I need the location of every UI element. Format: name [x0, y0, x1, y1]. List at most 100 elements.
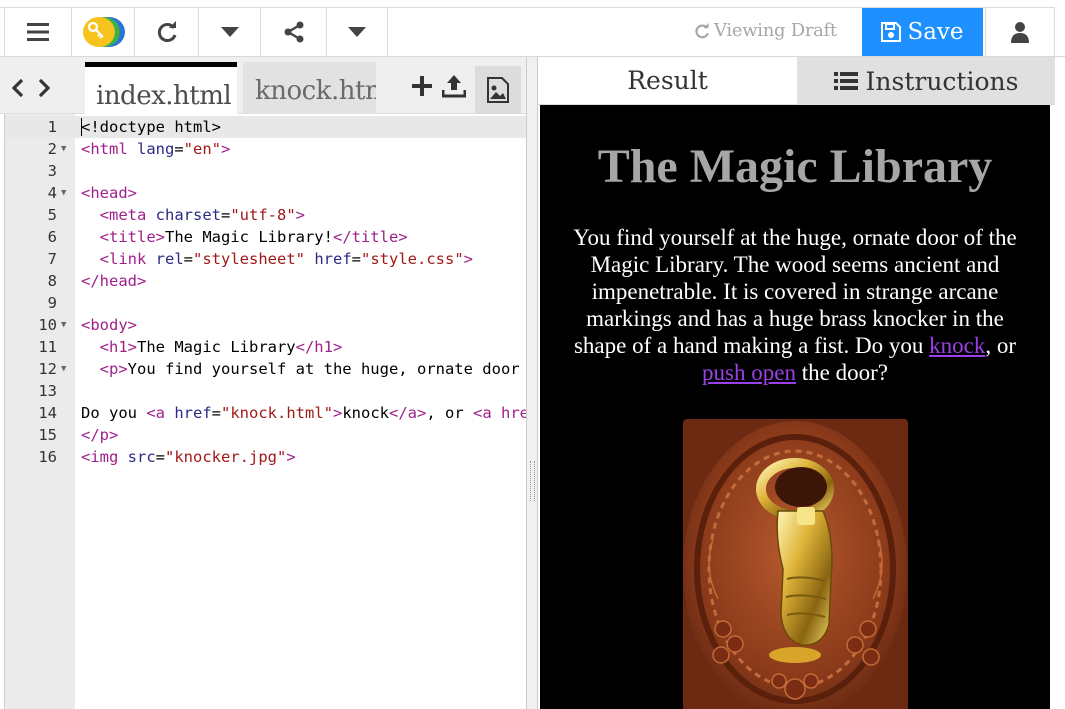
fold-toggle-icon[interactable]: ▼	[61, 314, 66, 336]
splitter-grip[interactable]	[530, 461, 535, 501]
code-token: Do you	[81, 404, 147, 422]
tab-knock-html[interactable]: knock.html	[243, 62, 376, 114]
code-token: =	[211, 404, 221, 422]
code-token: </head>	[81, 272, 147, 290]
fold-toggle-icon[interactable]: ▼	[61, 138, 66, 160]
user-account-button[interactable]	[985, 8, 1055, 56]
result-tab-bar: Result Instructions	[538, 57, 1055, 105]
share-options-dropdown[interactable]	[327, 8, 388, 56]
user-icon	[1011, 22, 1029, 43]
code-text: <head>	[81, 182, 527, 204]
code-line[interactable]: 3	[5, 160, 527, 182]
knock-link[interactable]: knock	[929, 333, 985, 358]
line-number: 15	[38, 426, 57, 444]
save-button[interactable]: Save	[862, 8, 983, 56]
code-text: <link rel="stylesheet" href="style.css">	[81, 248, 527, 270]
share-button[interactable]	[261, 8, 327, 56]
line-number: 14	[38, 404, 57, 422]
code-line[interactable]: 16 <img src="knocker.jpg">	[5, 446, 527, 468]
line-number: 8	[47, 272, 57, 290]
code-token: <a href="push.html">push open</a> the do…	[473, 404, 527, 422]
code-token: >	[463, 250, 474, 268]
code-text: </head>	[81, 270, 527, 292]
code-line[interactable]: 1 <!doctype html>	[5, 116, 527, 138]
code-editor[interactable]: 1 <!doctype html> 2 ▼ <html lang="en"> 3 4 ▼ <he…	[4, 114, 527, 709]
code-token: <!doctype html>	[81, 118, 221, 136]
line-number: 7	[47, 250, 57, 268]
refresh-button[interactable]	[135, 8, 199, 56]
code-line[interactable]: 6 <title>The Magic Library!</title>	[5, 226, 527, 248]
pane-splitter[interactable]	[526, 57, 538, 709]
line-number: 2	[47, 140, 57, 158]
code-token: =	[155, 448, 166, 466]
line-number: 16	[38, 448, 57, 466]
upload-icon[interactable]	[442, 74, 466, 98]
code-line[interactable]: 5 <meta charset="utf-8">	[5, 204, 527, 226]
code-token: "style.css"	[361, 250, 464, 268]
result-preview: The Magic Library You find yourself at t…	[540, 105, 1050, 709]
save-label: Save	[907, 19, 964, 45]
fold-toggle-icon[interactable]: ▼	[61, 182, 66, 204]
code-text: </p>	[81, 424, 527, 446]
line-number: 5	[47, 206, 57, 224]
logo-button[interactable]	[72, 8, 135, 56]
code-token: =	[183, 250, 194, 268]
tab-result[interactable]: Result	[538, 57, 797, 105]
plus-icon[interactable]	[412, 76, 432, 96]
image-manager-button[interactable]	[475, 66, 521, 114]
code-line[interactable]: 7 <link rel="stylesheet" href="style.css…	[5, 248, 527, 270]
refresh-icon	[695, 22, 709, 38]
story-ending: the door?	[795, 360, 888, 385]
line-number: 10	[38, 316, 57, 334]
code-token: The Magic Library!	[165, 228, 333, 246]
code-line[interactable]: 8 </head>	[5, 270, 527, 292]
code-line[interactable]: 15 </p>	[5, 424, 527, 446]
menu-button[interactable]	[4, 8, 72, 56]
code-line[interactable]: 2 ▼ <html lang="en">	[5, 138, 527, 160]
code-token: =	[174, 140, 184, 158]
code-text: <title>The Magic Library!</title>	[81, 226, 527, 248]
file-actions	[412, 74, 466, 98]
story-paragraph: You find yourself at the huge, ornate do…	[558, 224, 1032, 386]
code-line[interactable]: 4 ▼ <head>	[5, 182, 527, 204]
code-token: <body>	[81, 316, 137, 334]
preview-scrollbar[interactable]	[1050, 105, 1065, 709]
caret-down-icon	[348, 27, 366, 37]
code-line[interactable]: 13	[5, 380, 527, 402]
code-token: href	[314, 250, 352, 268]
code-token: <title>	[99, 228, 165, 246]
fold-toggle-icon[interactable]: ▼	[61, 358, 66, 380]
line-number: 3	[47, 162, 57, 180]
tab-instructions[interactable]: Instructions	[797, 57, 1055, 105]
code-token: </p>	[81, 426, 119, 444]
code-token: You find yourself at the huge, ornate do…	[127, 360, 520, 378]
code-text: <p>You find yourself at the huge, ornate…	[81, 358, 527, 380]
code-arrows-icon[interactable]	[10, 77, 54, 99]
code-line[interactable]: 14 Do you <a href="knock.html">knock</a>,…	[5, 402, 527, 424]
code-text: Do you <a href="knock.html">knock</a>, o…	[81, 402, 527, 424]
caret-down-icon	[220, 27, 239, 37]
code-line[interactable]: 9	[5, 292, 527, 314]
text-cursor	[81, 118, 82, 136]
code-line[interactable]: 11 <h1>The Magic Library</h1>	[5, 336, 527, 358]
code-token: The Magic Library	[137, 338, 296, 356]
list-icon	[833, 72, 858, 90]
push-open-link[interactable]: push open	[702, 360, 796, 385]
code-line[interactable]: 10 ▼ <body>	[5, 314, 527, 336]
code-token: "en"	[183, 140, 221, 158]
file-navigation[interactable]	[10, 77, 54, 99]
code-token: "stylesheet"	[193, 250, 305, 268]
code-token: >	[295, 206, 306, 224]
code-token: rel	[155, 250, 184, 268]
share-icon	[284, 21, 303, 43]
code-line[interactable]: 12 ▼ <p>You find yourself at the huge, or…	[5, 358, 527, 380]
code-text: <!doctype html>	[81, 116, 527, 138]
code-token: knock	[342, 404, 389, 422]
tab-index-html[interactable]: index.html	[85, 62, 237, 114]
refresh-options-dropdown[interactable]	[199, 8, 261, 56]
image-icon	[487, 77, 509, 103]
code-token: <link	[99, 250, 156, 268]
